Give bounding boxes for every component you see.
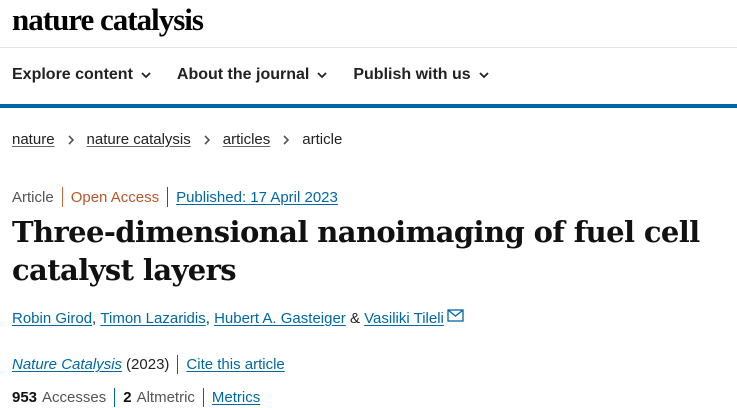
main-nav: Explore content About the journal Publis… bbox=[12, 66, 490, 84]
journal-link[interactable]: Nature Catalysis bbox=[12, 356, 122, 373]
meta-divider bbox=[61, 187, 63, 207]
altmetric-count: 2 bbox=[123, 389, 132, 406]
publication-year: (2023) bbox=[126, 356, 170, 373]
meta-divider bbox=[167, 187, 169, 207]
header-accent-bar bbox=[0, 104, 737, 108]
author-separator: , bbox=[92, 310, 101, 327]
author-separator: , bbox=[205, 310, 215, 327]
author-link[interactable]: Timon Lazaridis bbox=[100, 310, 205, 327]
cite-divider bbox=[177, 355, 179, 374]
altmetric-label: Altmetric bbox=[136, 389, 195, 406]
author-separator: & bbox=[345, 310, 365, 327]
mail-icon[interactable] bbox=[447, 309, 464, 322]
header-divider bbox=[0, 47, 737, 48]
nav-item-label: About the journal bbox=[176, 66, 310, 83]
breadcrumb-nature[interactable]: nature bbox=[12, 131, 55, 148]
article-metrics: 953 Accesses 2 Altmetric Metrics bbox=[12, 388, 260, 407]
nav-publish-with-us[interactable]: Publish with us bbox=[353, 66, 489, 84]
open-access-badge: Open Access bbox=[70, 188, 160, 206]
author-list: Robin Girod , Timon Lazaridis , Hubert A… bbox=[12, 309, 464, 327]
author-link[interactable]: Vasiliki Tileli bbox=[364, 310, 444, 327]
nav-item-label: Explore content bbox=[12, 66, 133, 83]
article-meta: Article Open Access Published: 17 April … bbox=[12, 187, 338, 207]
metrics-divider bbox=[202, 388, 204, 407]
citation-line: Nature Catalysis (2023) Cite this articl… bbox=[12, 355, 285, 374]
accesses-label: Accesses bbox=[42, 389, 107, 406]
published-date-link[interactable]: Published: 17 April 2023 bbox=[176, 189, 338, 206]
site-logo[interactable]: nature catalysis bbox=[12, 2, 204, 38]
nav-explore-content[interactable]: Explore content bbox=[12, 66, 152, 84]
author-link[interactable]: Hubert A. Gasteiger bbox=[214, 310, 346, 327]
metrics-divider bbox=[114, 388, 116, 407]
chevron-right-icon bbox=[283, 134, 290, 145]
chevron-down-icon bbox=[141, 72, 151, 79]
chevron-right-icon bbox=[204, 134, 210, 145]
breadcrumb-nature-catalysis[interactable]: nature catalysis bbox=[87, 131, 191, 148]
nav-item-label: Publish with us bbox=[353, 66, 471, 83]
metrics-link[interactable]: Metrics bbox=[212, 389, 260, 406]
breadcrumb-current: article bbox=[302, 131, 343, 148]
accesses-count: 953 bbox=[12, 389, 38, 406]
nav-about-journal[interactable]: About the journal bbox=[177, 66, 328, 84]
chevron-down-icon bbox=[317, 72, 327, 79]
author-link[interactable]: Robin Girod bbox=[12, 310, 92, 327]
cite-this-article-link[interactable]: Cite this article bbox=[186, 356, 284, 373]
breadcrumb: nature nature catalysis articles article bbox=[12, 131, 342, 148]
chevron-right-icon bbox=[67, 134, 74, 145]
breadcrumb-articles[interactable]: articles bbox=[223, 131, 271, 148]
article-title: Three-dimensional nanoimaging of fuel ce… bbox=[12, 215, 700, 287]
article-type: Article bbox=[12, 188, 54, 206]
chevron-down-icon bbox=[479, 72, 489, 79]
